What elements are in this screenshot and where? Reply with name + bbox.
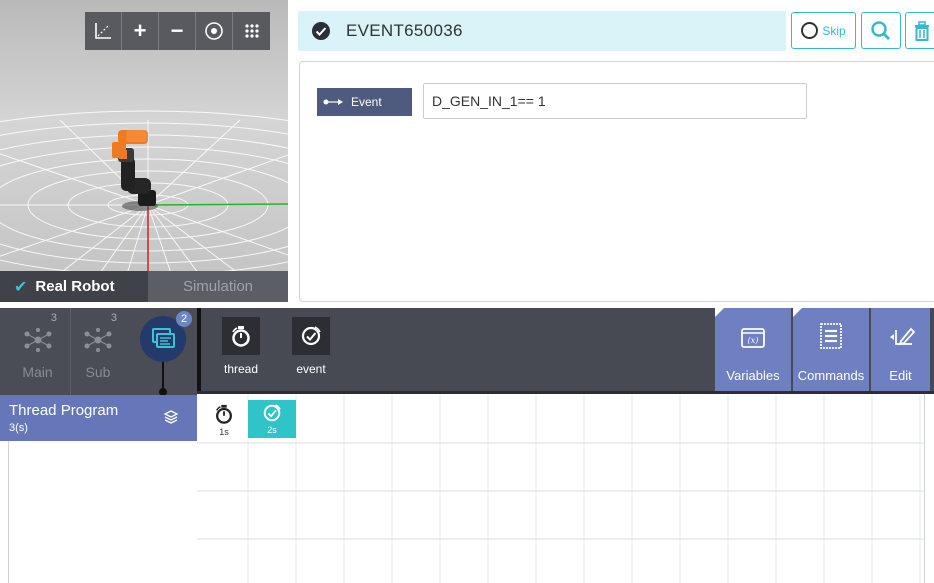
corner-marker bbox=[715, 308, 724, 317]
skip-label: Skip bbox=[822, 23, 846, 38]
robot-3d-viewer[interactable]: + − ✔ Real Robot Simulation bbox=[0, 0, 288, 302]
variables-label: Variables bbox=[726, 368, 780, 383]
command-title: EVENT650036 bbox=[346, 21, 463, 40]
edit-button[interactable]: Edit bbox=[871, 308, 932, 391]
tab-simulation-label: Simulation bbox=[182, 278, 254, 295]
timeline-event-duration: 2s bbox=[267, 425, 277, 435]
check-icon: ✔ bbox=[14, 278, 28, 296]
thread-program-icon bbox=[152, 328, 175, 348]
command-event[interactable]: event bbox=[287, 317, 335, 376]
left-panel-border bbox=[8, 441, 9, 583]
event-icon bbox=[312, 22, 330, 40]
event-check-icon bbox=[301, 326, 321, 346]
svg-text:(x): (x) bbox=[748, 336, 759, 345]
timeline-thread-duration: 1s bbox=[219, 427, 229, 437]
network-icon bbox=[84, 328, 112, 352]
commands-label: Commands bbox=[797, 368, 865, 383]
timeline-event-block[interactable]: 2s bbox=[248, 400, 296, 438]
delete-button[interactable] bbox=[905, 12, 934, 49]
command-event-box bbox=[292, 317, 330, 355]
timeline-grid[interactable]: 1s 2s bbox=[197, 394, 925, 583]
tool-buttons: (x) Variables Commands Edit bbox=[715, 308, 934, 391]
view-eye-icon[interactable] bbox=[196, 12, 233, 50]
circle-icon bbox=[801, 22, 819, 39]
search-icon bbox=[871, 20, 890, 40]
property-panel: Event D_GEN_IN_1== 1 bbox=[299, 61, 934, 302]
stopwatch-icon bbox=[216, 404, 232, 424]
edit-icon bbox=[889, 327, 915, 346]
timeline-thread-block[interactable]: 1s bbox=[200, 400, 248, 438]
sub-count: 3 bbox=[110, 312, 117, 324]
commands-button[interactable]: Commands bbox=[793, 308, 871, 391]
edit-label: Edit bbox=[889, 368, 912, 383]
tab-real-robot[interactable]: ✔ Real Robot bbox=[0, 271, 148, 302]
robot-mode-tabs: ✔ Real Robot Simulation bbox=[0, 271, 288, 302]
axis-icon[interactable] bbox=[85, 12, 122, 50]
command-thread-label: thread bbox=[223, 362, 259, 376]
tab-simulation[interactable]: Simulation bbox=[148, 271, 288, 302]
variables-icon: (x) bbox=[741, 328, 765, 348]
variables-button[interactable]: (x) Variables bbox=[715, 308, 793, 391]
trash-icon bbox=[915, 20, 929, 41]
thread-connector-line bbox=[162, 362, 164, 390]
main-count: 3 bbox=[50, 312, 57, 324]
command-event-label: event bbox=[296, 362, 326, 376]
commands-icon bbox=[820, 323, 842, 349]
corner-marker bbox=[793, 308, 802, 317]
skip-button[interactable]: Skip bbox=[791, 12, 856, 49]
timeline-right-border bbox=[924, 394, 925, 583]
stopwatch-icon bbox=[232, 326, 250, 347]
zoom-in-icon[interactable]: + bbox=[122, 12, 159, 50]
network-icon bbox=[24, 328, 51, 352]
tab-sub[interactable]: 3 Sub bbox=[70, 308, 125, 395]
tab-sub-label: Sub bbox=[85, 364, 111, 380]
event-check-icon bbox=[263, 404, 281, 422]
grid-dots-icon[interactable] bbox=[233, 12, 270, 50]
timeline-gridlines bbox=[197, 394, 925, 583]
thread-program-duration: 3(s) bbox=[9, 422, 28, 434]
tab-thread[interactable]: 2 bbox=[140, 308, 195, 396]
thread-program-name: Thread Program bbox=[9, 402, 119, 419]
tab-main[interactable]: 3 Main bbox=[10, 308, 65, 395]
command-thread[interactable]: thread bbox=[217, 317, 265, 376]
event-tag: Event bbox=[317, 88, 412, 116]
event-condition-input[interactable]: D_GEN_IN_1== 1 bbox=[423, 83, 807, 119]
app-root: + − ✔ Real Robot Simulation EVENT650036 bbox=[0, 0, 934, 583]
tab-main-label: Main bbox=[22, 364, 53, 380]
search-button[interactable] bbox=[861, 12, 901, 49]
command-thread-box bbox=[222, 317, 260, 355]
program-tabs: 3 Main 3 Sub 2 bbox=[0, 308, 197, 396]
event-tag-label: Event bbox=[351, 95, 382, 109]
connector-icon bbox=[323, 99, 343, 105]
zoom-out-icon[interactable]: − bbox=[159, 12, 196, 50]
thread-count-badge: 2 bbox=[176, 311, 192, 327]
thread-program-item[interactable]: Thread Program 3(s) bbox=[0, 395, 197, 441]
layers-icon[interactable] bbox=[163, 409, 179, 425]
command-header: EVENT650036 bbox=[298, 11, 786, 51]
view-toolbar: + − bbox=[85, 12, 270, 50]
tab-real-robot-label: Real Robot bbox=[35, 278, 115, 295]
